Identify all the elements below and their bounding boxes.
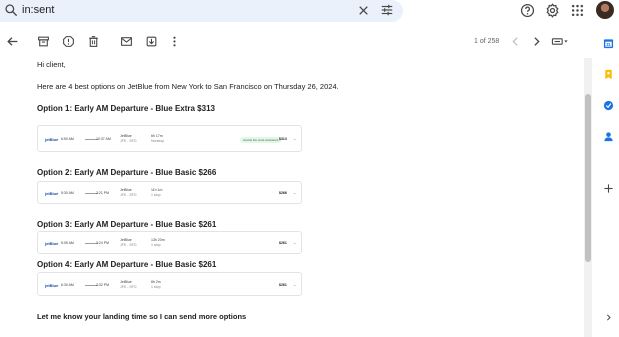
calendar-icon[interactable]: 31 [603,38,614,49]
carrier-route: JetBlue JFK - SFO [120,188,137,197]
duration-stops: 13h 20m 1 stop [151,238,165,247]
contacts-icon[interactable] [603,131,614,142]
flight-card[interactable]: jetBlue 6:50 AM 10:37 AM JetBlue JFK - SF… [37,125,302,152]
settings-icon[interactable] [545,3,560,18]
message-toolbar: 1 of 258 [0,28,592,56]
svg-text:31: 31 [606,42,611,47]
greeting: Hi client, [37,60,66,69]
help-icon[interactable] [520,3,535,18]
mark-unread-icon[interactable] [120,35,133,48]
intro-text: Here are 4 best options on JetBlue from … [37,82,339,91]
search-icon[interactable] [4,3,18,17]
expand-chevron-icon[interactable]: ⌄ [293,282,296,287]
depart-time: 6:50 AM [61,137,74,141]
clear-search-icon[interactable] [357,4,370,17]
expand-chevron-icon[interactable]: ⌄ [293,240,296,245]
emissions-badge: Avoids the most emissions [240,137,282,143]
duration-stops: 8h 2m 1 stop [151,280,161,289]
arrive-time: 2:21 PM [96,191,110,195]
expand-chevron-icon[interactable]: ⌄ [293,190,296,195]
more-options-icon[interactable] [168,35,181,48]
top-bar: in:sent [0,0,619,22]
duration-stops: 11h 1m 1 stop [151,188,163,197]
account-avatar[interactable] [596,1,614,19]
flight-card[interactable]: jetBlue 5:30 AM 2:21 PM JetBlue JFK - SFO… [37,181,302,204]
airline-logo: jetBlue [45,191,59,196]
google-apps-icon[interactable] [571,4,584,17]
flight-card[interactable]: jetBlue 6:30 AM 2:32 PM JetBlue JFK - SFO… [37,272,302,296]
newer-chevron-icon[interactable] [509,35,522,48]
arrive-time: 10:37 AM [96,137,111,141]
option-title: Option 1: Early AM Departure - Blue Extr… [37,104,215,113]
scrollbar-thumb[interactable] [585,94,591,262]
price: $266 [279,191,287,195]
flight-card[interactable]: jetBlue 5:05 AM 3:24 PM JetBlue JFK - SFO… [37,231,302,254]
closing-text: Let me know your landing time so I can s… [37,312,247,321]
option-title: Option 3: Early AM Departure - Blue Basi… [37,220,217,229]
arrive-time: 3:24 PM [96,241,110,245]
depart-time: 5:05 AM [61,241,74,245]
search-input[interactable]: in:sent [22,4,54,16]
carrier-route: JetBlue JFK - SFO [120,238,137,247]
expand-chevron-icon[interactable]: ⌄ [293,136,296,141]
airline-logo: jetBlue [45,283,59,288]
depart-time: 5:30 AM [61,191,74,195]
keep-icon[interactable] [603,69,614,80]
depart-time: 6:30 AM [61,283,74,287]
delete-icon[interactable] [87,35,100,48]
price: $261 [279,283,287,287]
price: $313 [279,137,287,141]
airline-logo: jetBlue [45,241,59,246]
report-spam-icon[interactable] [62,35,75,48]
snooze-icon[interactable] [145,35,158,48]
search-options-icon[interactable] [380,3,394,17]
duration-stops: 6h 17m Nonstop [151,134,165,143]
older-chevron-icon[interactable] [530,35,543,48]
input-tools-icon[interactable] [551,35,569,48]
option-title: Option 2: Early AM Departure - Blue Basi… [37,168,217,177]
carrier-route: JetBlue JFK - SFO [120,280,137,289]
option-title: Option 4: Early AM Departure - Blue Basi… [37,260,217,269]
expand-side-panel-icon[interactable] [604,313,613,322]
carrier-route: JetBlue JFK - SFO [120,134,137,143]
tasks-icon[interactable] [603,100,614,111]
airline-logo: jetBlue [45,137,59,142]
add-addon-icon[interactable] [603,183,614,194]
price: $261 [279,241,287,245]
arrive-time: 2:32 PM [96,283,110,287]
archive-icon[interactable] [37,35,50,48]
back-arrow-icon[interactable] [6,35,19,48]
pager-count: 1 of 258 [474,38,500,45]
search-bar[interactable]: in:sent [0,0,403,22]
